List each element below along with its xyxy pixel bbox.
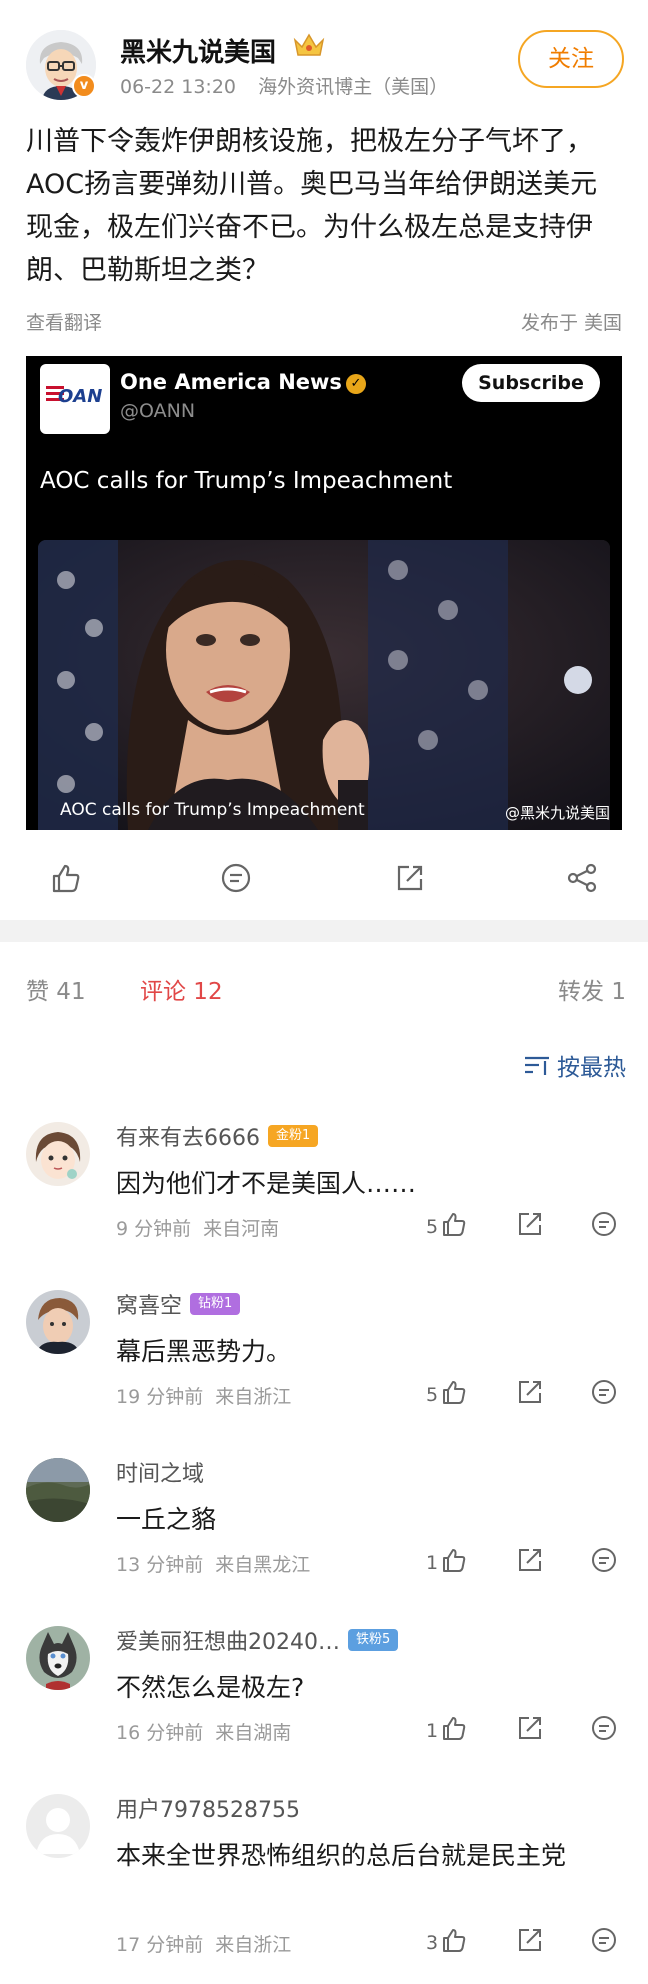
comment-reply-button[interactable] xyxy=(590,1546,618,1578)
weibo-post: v 黑米九说美国 06-22 13:20 海外资讯博主（美国） 关注 川普下令轰… xyxy=(0,0,648,920)
tab-reposts[interactable]: 转发 1 xyxy=(558,972,626,1006)
subscribe-button: Subscribe xyxy=(462,364,600,402)
thumbs-up-icon xyxy=(443,1929,466,1952)
like-count: 1 xyxy=(426,1552,439,1574)
post-action-bar xyxy=(0,856,648,900)
repost-icon xyxy=(519,1381,541,1403)
sort-icon xyxy=(525,1056,549,1075)
repost-button[interactable] xyxy=(388,856,432,900)
fan-badge: 钻粉1 xyxy=(190,1293,241,1315)
sort-toggle[interactable]: 按最热 xyxy=(523,1048,626,1082)
comment-reply-button[interactable] xyxy=(590,1378,618,1410)
tab-comments[interactable]: 评论 12 xyxy=(140,972,223,1006)
comment-like-button[interactable]: 1 xyxy=(426,1546,468,1574)
comment-repost-button[interactable] xyxy=(516,1210,544,1242)
commenter-name[interactable]: 用户7978528755 xyxy=(116,1792,300,1824)
comment-repost-button[interactable] xyxy=(516,1378,544,1410)
channel-handle: @OANN xyxy=(120,400,196,422)
embedded-image-card[interactable]: OAN One America News ✓ @OANN Subscribe AO… xyxy=(26,356,622,830)
like-count: 5 xyxy=(426,1216,439,1238)
comment-repost-button[interactable] xyxy=(516,1546,544,1578)
like-count: 3 xyxy=(426,1932,439,1954)
comment-icon xyxy=(592,1928,616,1952)
thumbs-up-icon xyxy=(443,1549,466,1572)
watermark: @黑米九说美国 xyxy=(504,804,610,822)
translate-link[interactable]: 查看翻译 xyxy=(26,308,102,335)
author-description: 海外资讯博主（美国） xyxy=(258,76,449,98)
repost-icon xyxy=(519,1213,541,1235)
crown-icon xyxy=(292,30,326,60)
news-photo xyxy=(38,540,610,830)
comment-text: 一丘之貉 xyxy=(116,1505,217,1534)
comment-reply-button[interactable] xyxy=(590,1210,618,1242)
comment-meta: 17 分钟前 来自浙江 xyxy=(116,1934,292,1956)
channel-name: One America News ✓ xyxy=(120,370,366,394)
comment-repost-button[interactable] xyxy=(516,1926,544,1958)
commenter-name[interactable]: 爱美丽狂想曲20240… 铁粉5 xyxy=(116,1624,399,1656)
section-divider xyxy=(0,920,648,942)
post-origin: 发布于 美国 xyxy=(520,312,622,334)
thumbs-up-icon xyxy=(52,864,80,893)
author-name[interactable]: 黑米九说美国 xyxy=(120,32,276,69)
commenter-avatar[interactable] xyxy=(26,1626,90,1690)
comment-icon xyxy=(592,1716,616,1740)
comment-reply-button[interactable] xyxy=(590,1926,618,1958)
interaction-tabs: 赞 41 评论 12 转发 1 xyxy=(0,942,648,1032)
sort-label: 按最热 xyxy=(557,1055,626,1081)
verified-check-icon: ✓ xyxy=(345,374,366,394)
commenter-avatar[interactable] xyxy=(26,1122,90,1186)
card-headline: AOC calls for Trump’s Impeachment xyxy=(40,468,453,494)
comment-like-button[interactable]: 5 xyxy=(426,1378,468,1406)
fan-badge: 铁粉5 xyxy=(348,1629,399,1651)
commenter-name[interactable]: 时间之域 xyxy=(116,1456,204,1488)
photo-caption: AOC calls for Trump’s Impeachment xyxy=(60,800,365,820)
comment-text: 不然怎么是极左? xyxy=(116,1673,305,1702)
comment-like-button[interactable]: 1 xyxy=(426,1714,468,1742)
tab-likes[interactable]: 赞 41 xyxy=(26,972,86,1006)
repost-icon xyxy=(519,1929,541,1951)
like-count: 5 xyxy=(426,1384,439,1406)
comment-meta: 13 分钟前 来自黑龙江 xyxy=(116,1554,311,1576)
comment-icon xyxy=(592,1212,616,1236)
comment-text: 本来全世界恐怖组织的总后台就是民主党 xyxy=(116,1841,567,1870)
like-button[interactable] xyxy=(44,856,88,900)
post-text: 川普下令轰炸伊朗核设施，把极左分子气坏了，AOC扬言要弹劾川普。奥巴马当年给伊朗… xyxy=(26,126,598,286)
comment-like-button[interactable]: 3 xyxy=(426,1926,468,1954)
comment-meta: 19 分钟前 来自浙江 xyxy=(116,1386,292,1408)
comment-like-button[interactable]: 5 xyxy=(426,1210,468,1238)
comment-meta: 16 分钟前 来自湖南 xyxy=(116,1722,292,1744)
like-count: 1 xyxy=(426,1720,439,1742)
comment-reply-button[interactable] xyxy=(590,1714,618,1746)
repost-icon xyxy=(397,865,423,891)
thumbs-up-icon xyxy=(443,1213,466,1236)
comment-meta: 9 分钟前 来自河南 xyxy=(116,1218,280,1240)
oan-logo: OAN xyxy=(40,364,110,434)
comment-button[interactable] xyxy=(214,856,258,900)
post-meta: 06-22 13:20 海外资讯博主（美国） xyxy=(120,72,448,99)
comment-text: 幕后黑恶势力。 xyxy=(116,1337,292,1366)
comment-repost-button[interactable] xyxy=(516,1714,544,1746)
thumbs-up-icon xyxy=(443,1717,466,1740)
comment-text: 因为他们才不是美国人…… xyxy=(116,1169,417,1198)
comment-icon xyxy=(221,863,251,893)
comment-icon xyxy=(592,1548,616,1572)
follow-button[interactable]: 关注 xyxy=(518,30,624,88)
comment-icon xyxy=(592,1380,616,1404)
share-icon xyxy=(567,863,597,893)
post-time: 06-22 13:20 xyxy=(120,76,237,98)
commenter-avatar[interactable] xyxy=(26,1794,90,1858)
commenter-name[interactable]: 有来有去6666 金粉1 xyxy=(116,1120,319,1152)
repost-icon xyxy=(519,1549,541,1571)
commenter-name[interactable]: 窝喜空 钻粉1 xyxy=(116,1288,241,1320)
commenter-avatar[interactable] xyxy=(26,1458,90,1522)
thumbs-up-icon xyxy=(443,1381,466,1404)
repost-icon xyxy=(519,1717,541,1739)
share-button[interactable] xyxy=(560,856,604,900)
commenter-avatar[interactable] xyxy=(26,1290,90,1354)
fan-badge: 金粉1 xyxy=(268,1125,319,1147)
verified-badge-icon: v xyxy=(72,74,96,98)
